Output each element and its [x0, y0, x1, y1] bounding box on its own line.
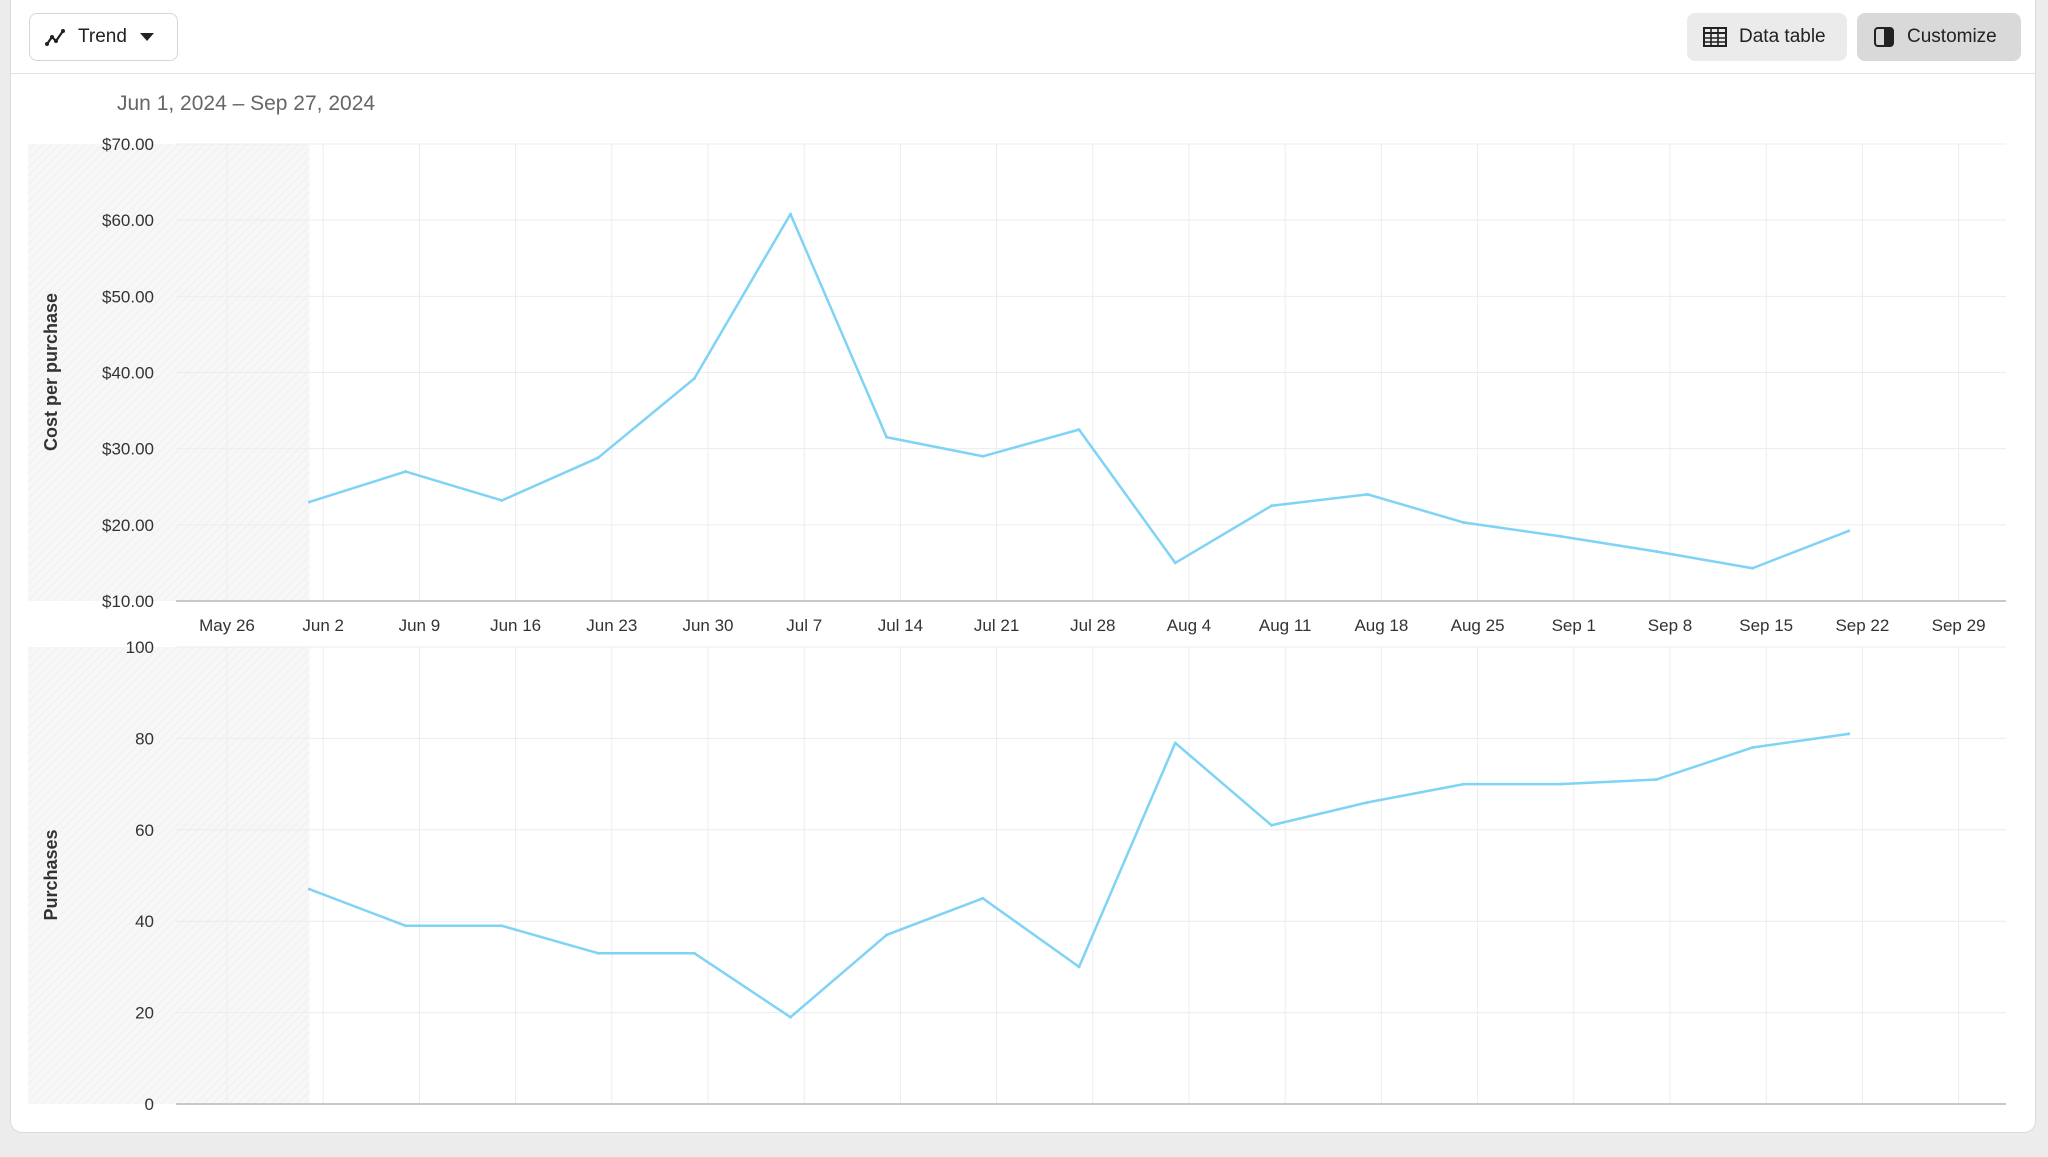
out-of-range-hatch — [28, 647, 310, 1104]
data-point — [1173, 561, 1177, 565]
data-point — [981, 454, 985, 458]
data-point — [1558, 534, 1562, 538]
x-tick-label: Sep 15 — [1739, 616, 1793, 635]
data-point — [981, 896, 985, 900]
x-tick-label: Jun 2 — [302, 616, 344, 635]
x-tick-label: Jul 14 — [878, 616, 923, 635]
data-point — [500, 498, 504, 502]
y-tick-label: $40.00 — [102, 364, 154, 383]
y-tick-label: $10.00 — [102, 592, 154, 611]
data-point — [1269, 823, 1273, 827]
x-tick-label: Aug 25 — [1451, 616, 1505, 635]
x-tick-label: Jul 7 — [786, 616, 822, 635]
y-tick-label: 60 — [135, 821, 154, 840]
data-point — [307, 887, 311, 891]
data-point — [1173, 741, 1177, 745]
data-point — [1847, 529, 1851, 533]
data-point — [788, 212, 792, 216]
data-point — [1269, 504, 1273, 508]
data-point — [1366, 492, 1370, 496]
y-tick-label: 20 — [135, 1004, 154, 1023]
data-point — [1077, 428, 1081, 432]
data-point — [1847, 732, 1851, 736]
data-point — [404, 470, 408, 474]
data-point — [1077, 965, 1081, 969]
y-tick-label: 40 — [135, 912, 154, 931]
trend-charts: $10.00 $20.00 $30.00 $40.00 $50.00 $60.00 $70.… — [28, 135, 2006, 1114]
y-axis-title: Cost per purchase — [41, 293, 61, 451]
y-tick-label: $30.00 — [102, 440, 154, 459]
data-point — [596, 456, 600, 460]
y-tick-label: 0 — [145, 1095, 154, 1114]
y-tick-label: $20.00 — [102, 516, 154, 535]
y-tick-label: $70.00 — [102, 135, 154, 154]
data-point — [1462, 782, 1466, 786]
x-tick-label: Jun 30 — [682, 616, 733, 635]
x-tick-label: Aug 18 — [1354, 616, 1408, 635]
y-tick-label: 100 — [126, 638, 154, 657]
y-tick-label: $60.00 — [102, 211, 154, 230]
x-tick-label: Sep 1 — [1552, 616, 1596, 635]
data-point — [596, 951, 600, 955]
y-tick-label: $50.00 — [102, 287, 154, 306]
data-point — [1558, 782, 1562, 786]
data-point — [1462, 521, 1466, 525]
x-tick-label: Jun 16 — [490, 616, 541, 635]
data-point — [1654, 778, 1658, 782]
data-point — [1366, 800, 1370, 804]
data-point — [692, 951, 696, 955]
x-tick-label: Sep 22 — [1835, 616, 1889, 635]
x-tick-label: Jun 9 — [399, 616, 441, 635]
data-point — [885, 435, 889, 439]
series-line — [309, 732, 1849, 1019]
y-axis-title: Purchases — [41, 829, 61, 920]
y-tick-label: 80 — [135, 729, 154, 748]
series-line — [309, 212, 1850, 570]
x-tick-label: Jun 23 — [586, 616, 637, 635]
data-point — [307, 500, 311, 504]
data-point — [1654, 549, 1658, 553]
data-point — [500, 924, 504, 928]
x-tick-label: Sep 8 — [1648, 616, 1692, 635]
x-tick-label: Aug 4 — [1167, 616, 1211, 635]
x-tick-label: Aug 11 — [1259, 616, 1312, 635]
data-point — [404, 924, 408, 928]
data-point — [692, 377, 696, 381]
data-point — [1750, 746, 1754, 750]
x-tick-label: Sep 29 — [1932, 616, 1986, 635]
data-point — [788, 1015, 792, 1019]
data-point — [885, 933, 889, 937]
x-tick-label: May 26 — [199, 616, 255, 635]
data-point — [1750, 566, 1754, 570]
x-tick-label: Jul 21 — [974, 616, 1019, 635]
x-tick-label: Jul 28 — [1070, 616, 1115, 635]
